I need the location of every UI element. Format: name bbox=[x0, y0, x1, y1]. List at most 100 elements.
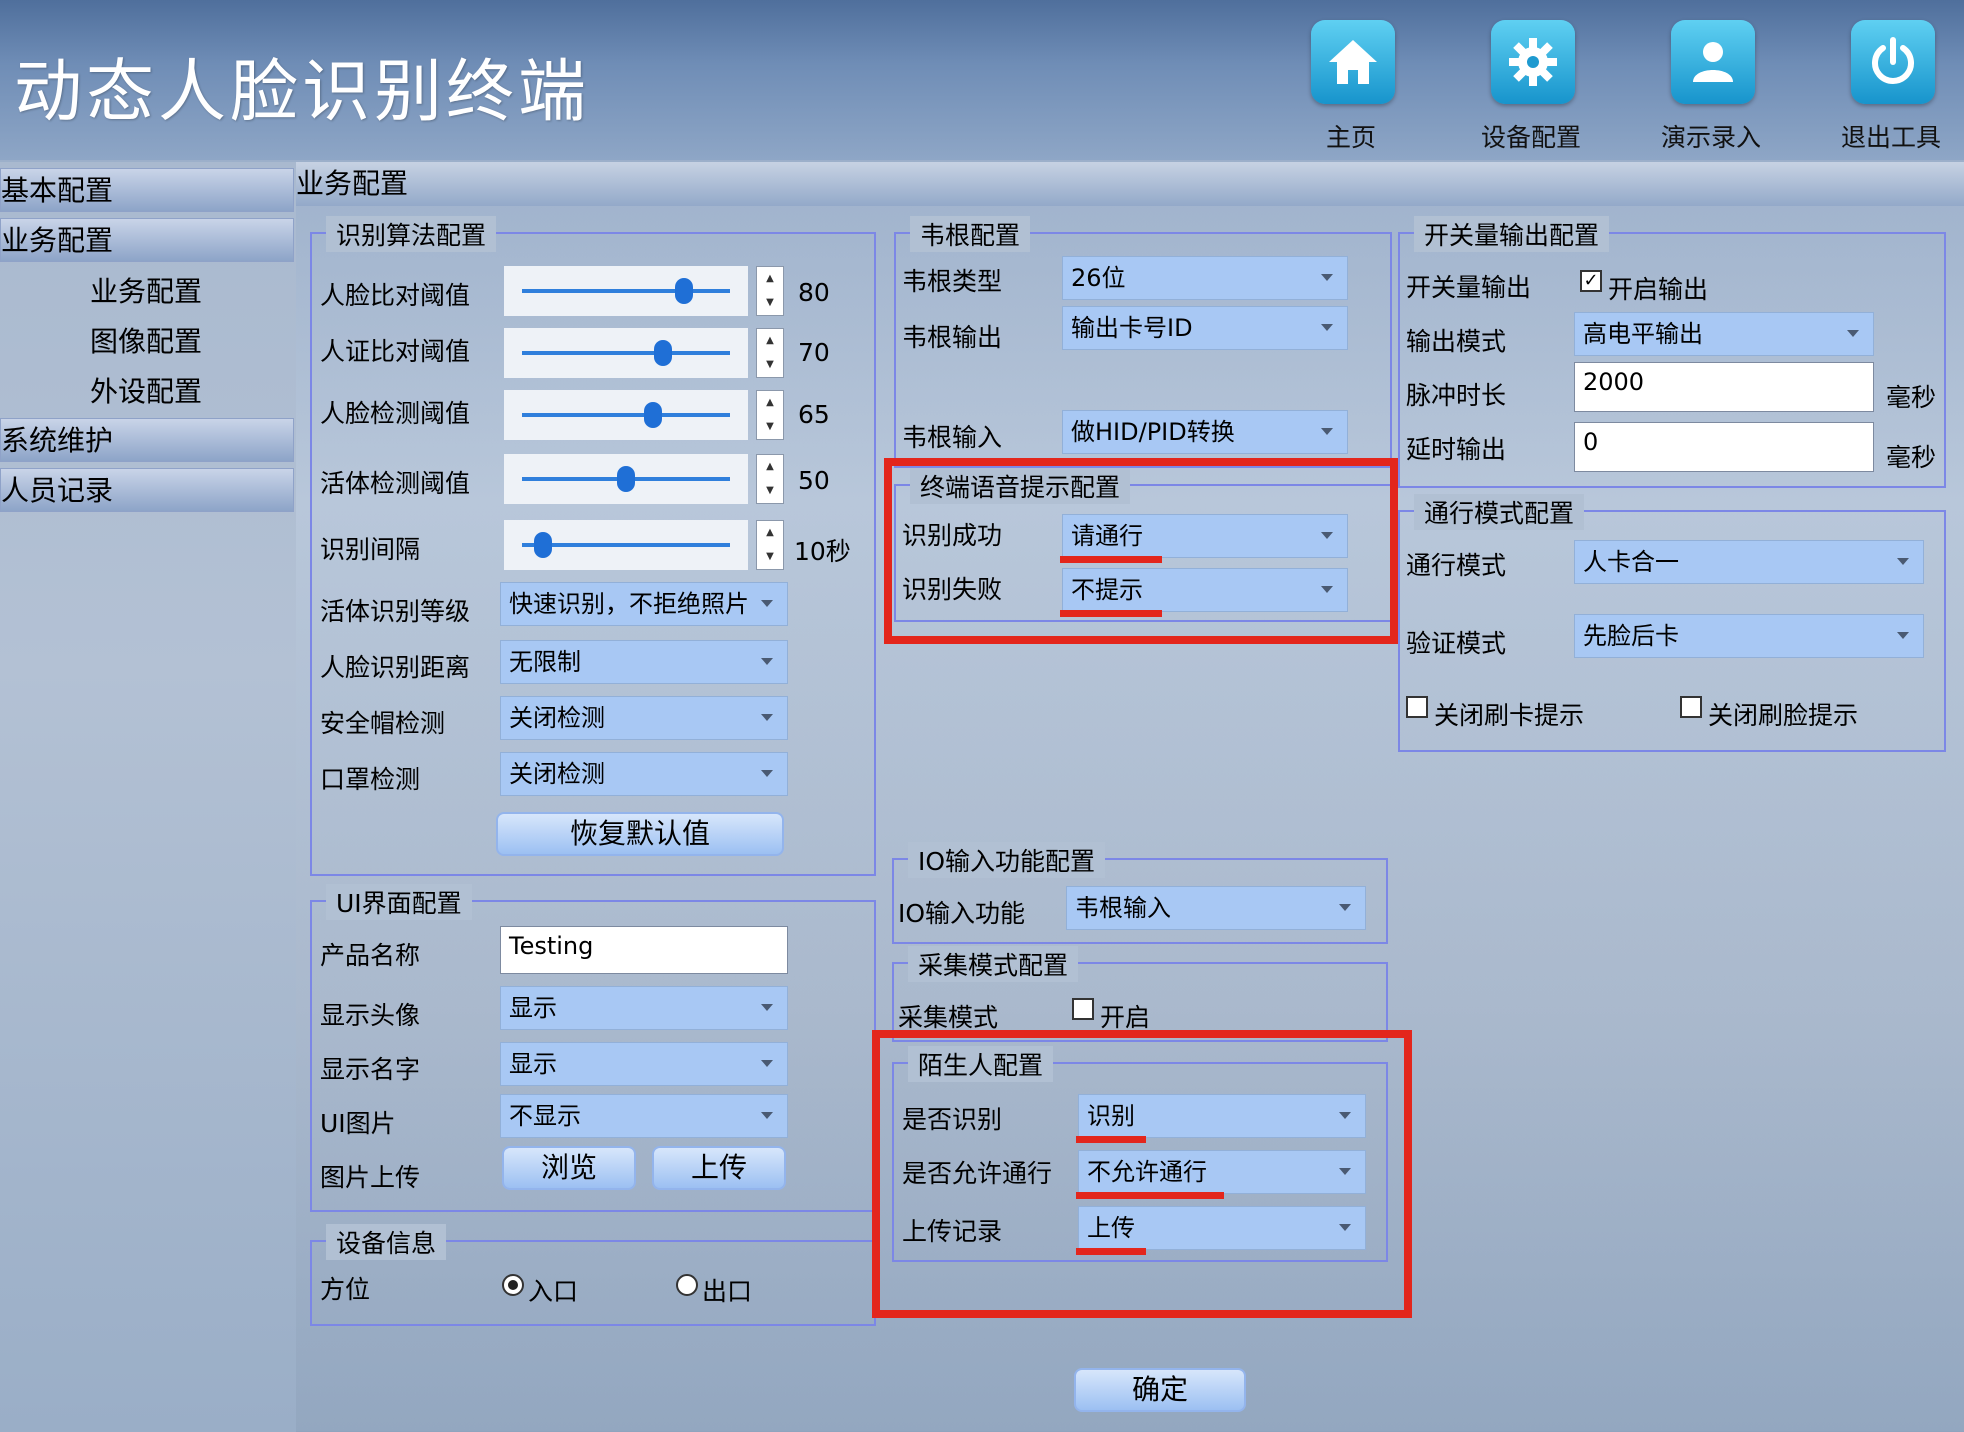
face-distance-select[interactable]: 无限制 bbox=[500, 640, 788, 684]
direction-label: 方位 bbox=[320, 1275, 371, 1304]
slider-label-face-detect: 人脸检测阈值 bbox=[320, 399, 471, 428]
show-name-select[interactable]: 显示 bbox=[500, 1042, 788, 1086]
mask-detect-label: 口罩检测 bbox=[320, 765, 421, 794]
pulse-unit: 毫秒 bbox=[1886, 383, 1937, 412]
sidebar-subitem-business-config[interactable]: 业务配置 bbox=[90, 270, 202, 310]
pass-mode-select[interactable]: 人卡合一 bbox=[1574, 540, 1924, 584]
wiegand-output-label: 韦根输出 bbox=[902, 323, 1003, 352]
liveness-slider[interactable] bbox=[504, 454, 748, 504]
face-compare-value: 80 bbox=[798, 278, 830, 307]
slider-thumb[interactable] bbox=[617, 466, 635, 492]
exit-tool-label: 退出工具 bbox=[1840, 123, 1941, 152]
product-name-label: 产品名称 bbox=[320, 941, 421, 970]
helmet-detect-select[interactable]: 关闭检测 bbox=[500, 696, 788, 740]
face-detect-value: 65 bbox=[798, 400, 830, 429]
highlight-underline-fail bbox=[1060, 610, 1162, 617]
io-input-select[interactable]: 韦根输入 bbox=[1066, 886, 1366, 930]
interval-spinner[interactable]: ▲ ▼ bbox=[756, 520, 784, 570]
interval-slider[interactable] bbox=[504, 520, 748, 570]
enable-output-checkbox[interactable]: ✓ bbox=[1580, 270, 1602, 292]
slider-thumb[interactable] bbox=[533, 532, 552, 558]
show-avatar-label: 显示头像 bbox=[320, 1001, 421, 1030]
id-compare-slider[interactable] bbox=[504, 328, 748, 378]
device-config-button[interactable]: 设备配置 bbox=[1456, 8, 1606, 158]
mask-detect-select[interactable]: 关闭检测 bbox=[500, 752, 788, 796]
sidebar: 基本配置 业务配置 业务配置 图像配置 外设配置 系统维护 人员记录 bbox=[0, 162, 296, 1432]
slider-thumb[interactable] bbox=[654, 340, 673, 366]
exit-radio[interactable] bbox=[676, 1274, 698, 1296]
output-mode-label: 输出模式 bbox=[1406, 327, 1507, 356]
face-distance-label: 人脸识别距离 bbox=[320, 653, 471, 682]
io-input-label: IO输入功能 bbox=[898, 899, 1026, 928]
device-config-label: 设备配置 bbox=[1480, 123, 1581, 152]
slider-label-interval: 识别间隔 bbox=[320, 535, 421, 564]
home-icon bbox=[1311, 20, 1395, 104]
entrance-radio[interactable] bbox=[502, 1274, 524, 1296]
slider-thumb[interactable] bbox=[675, 278, 694, 304]
face-detect-slider[interactable] bbox=[504, 390, 748, 440]
id-compare-spinner[interactable]: ▲ ▼ bbox=[756, 328, 784, 378]
helmet-detect-label: 安全帽检测 bbox=[320, 709, 446, 738]
sidebar-item-basic-config[interactable]: 基本配置 bbox=[0, 168, 294, 212]
sidebar-item-person-records[interactable]: 人员记录 bbox=[0, 468, 294, 512]
sidebar-item-business-config[interactable]: 业务配置 bbox=[0, 218, 294, 262]
close-card-tip-checkbox[interactable] bbox=[1406, 696, 1428, 718]
app-title: 动态人脸识别终端 bbox=[14, 53, 591, 132]
pass-mode-label: 通行模式 bbox=[1406, 551, 1507, 580]
exit-tool-button[interactable]: 退出工具 bbox=[1816, 8, 1964, 158]
sidebar-subitem-image-config[interactable]: 图像配置 bbox=[90, 320, 202, 360]
close-face-tip-label: 关闭刷脸提示 bbox=[1708, 701, 1859, 730]
show-avatar-select[interactable]: 显示 bbox=[500, 986, 788, 1030]
highlight-underline-upload bbox=[1076, 1248, 1146, 1255]
product-name-input[interactable]: Testing bbox=[500, 926, 788, 974]
pulse-duration-input[interactable]: 2000 bbox=[1574, 362, 1874, 412]
wiegand-output-select[interactable]: 输出卡号ID bbox=[1062, 306, 1348, 350]
entrance-radio-label: 入口 bbox=[528, 1277, 579, 1306]
close-face-tip-checkbox[interactable] bbox=[1680, 696, 1702, 718]
algo-config-legend: 识别算法配置 bbox=[326, 216, 497, 252]
browse-button[interactable]: 浏览 bbox=[502, 1146, 636, 1190]
wiegand-type-select[interactable]: 26位 bbox=[1062, 256, 1348, 300]
liveness-level-select[interactable]: 快速识别，不拒绝照片 bbox=[500, 582, 788, 626]
highlight-box-stranger bbox=[872, 1030, 1412, 1318]
demo-entry-button[interactable]: 演示录入 bbox=[1636, 8, 1786, 158]
collect-mode-label: 采集模式 bbox=[898, 1003, 999, 1032]
sidebar-subitem-peripheral-config[interactable]: 外设配置 bbox=[90, 370, 202, 410]
liveness-level-label: 活体识别等级 bbox=[320, 597, 471, 626]
slider-label-face-compare: 人脸比对阈值 bbox=[320, 281, 471, 310]
close-card-tip-label: 关闭刷卡提示 bbox=[1434, 701, 1585, 730]
pass-mode-legend: 通行模式配置 bbox=[1414, 494, 1585, 530]
highlight-underline-success bbox=[1060, 556, 1162, 563]
wiegand-config-legend: 韦根配置 bbox=[910, 216, 1031, 252]
liveness-spinner[interactable]: ▲ ▼ bbox=[756, 454, 784, 504]
io-input-legend: IO输入功能配置 bbox=[908, 842, 1106, 878]
collect-mode-legend: 采集模式配置 bbox=[908, 946, 1079, 982]
image-upload-label: 图片上传 bbox=[320, 1163, 421, 1192]
verify-mode-select[interactable]: 先脸后卡 bbox=[1574, 614, 1924, 658]
exit-radio-label: 出口 bbox=[702, 1277, 753, 1306]
wiegand-type-label: 韦根类型 bbox=[902, 267, 1003, 296]
sidebar-item-system-maintenance[interactable]: 系统维护 bbox=[0, 418, 294, 462]
slider-thumb[interactable] bbox=[644, 402, 663, 428]
wiegand-input-select[interactable]: 做HID/PID转换 bbox=[1062, 410, 1348, 454]
id-compare-value: 70 bbox=[798, 338, 830, 367]
ui-image-select[interactable]: 不显示 bbox=[500, 1094, 788, 1138]
confirm-button[interactable]: 确定 bbox=[1074, 1368, 1246, 1412]
users-icon bbox=[1671, 20, 1755, 104]
delay-unit: 毫秒 bbox=[1886, 443, 1937, 472]
collect-mode-check-label: 开启 bbox=[1100, 1003, 1151, 1032]
face-compare-slider[interactable] bbox=[504, 266, 748, 316]
collect-mode-checkbox[interactable] bbox=[1072, 998, 1094, 1020]
show-name-label: 显示名字 bbox=[320, 1055, 421, 1084]
restore-defaults-button[interactable]: 恢复默认值 bbox=[496, 812, 784, 856]
upload-button[interactable]: 上传 bbox=[652, 1146, 786, 1190]
home-button[interactable]: 主页 bbox=[1276, 8, 1426, 158]
delay-output-label: 延时输出 bbox=[1406, 435, 1507, 464]
highlight-underline-identify bbox=[1076, 1136, 1146, 1143]
output-mode-select[interactable]: 高电平输出 bbox=[1574, 312, 1874, 356]
wiegand-input-label: 韦根输入 bbox=[902, 423, 1003, 452]
liveness-value: 50 bbox=[798, 466, 830, 495]
face-detect-spinner[interactable]: ▲ ▼ bbox=[756, 390, 784, 440]
face-compare-spinner[interactable]: ▲ ▼ bbox=[756, 266, 784, 316]
delay-output-input[interactable]: 0 bbox=[1574, 422, 1874, 472]
